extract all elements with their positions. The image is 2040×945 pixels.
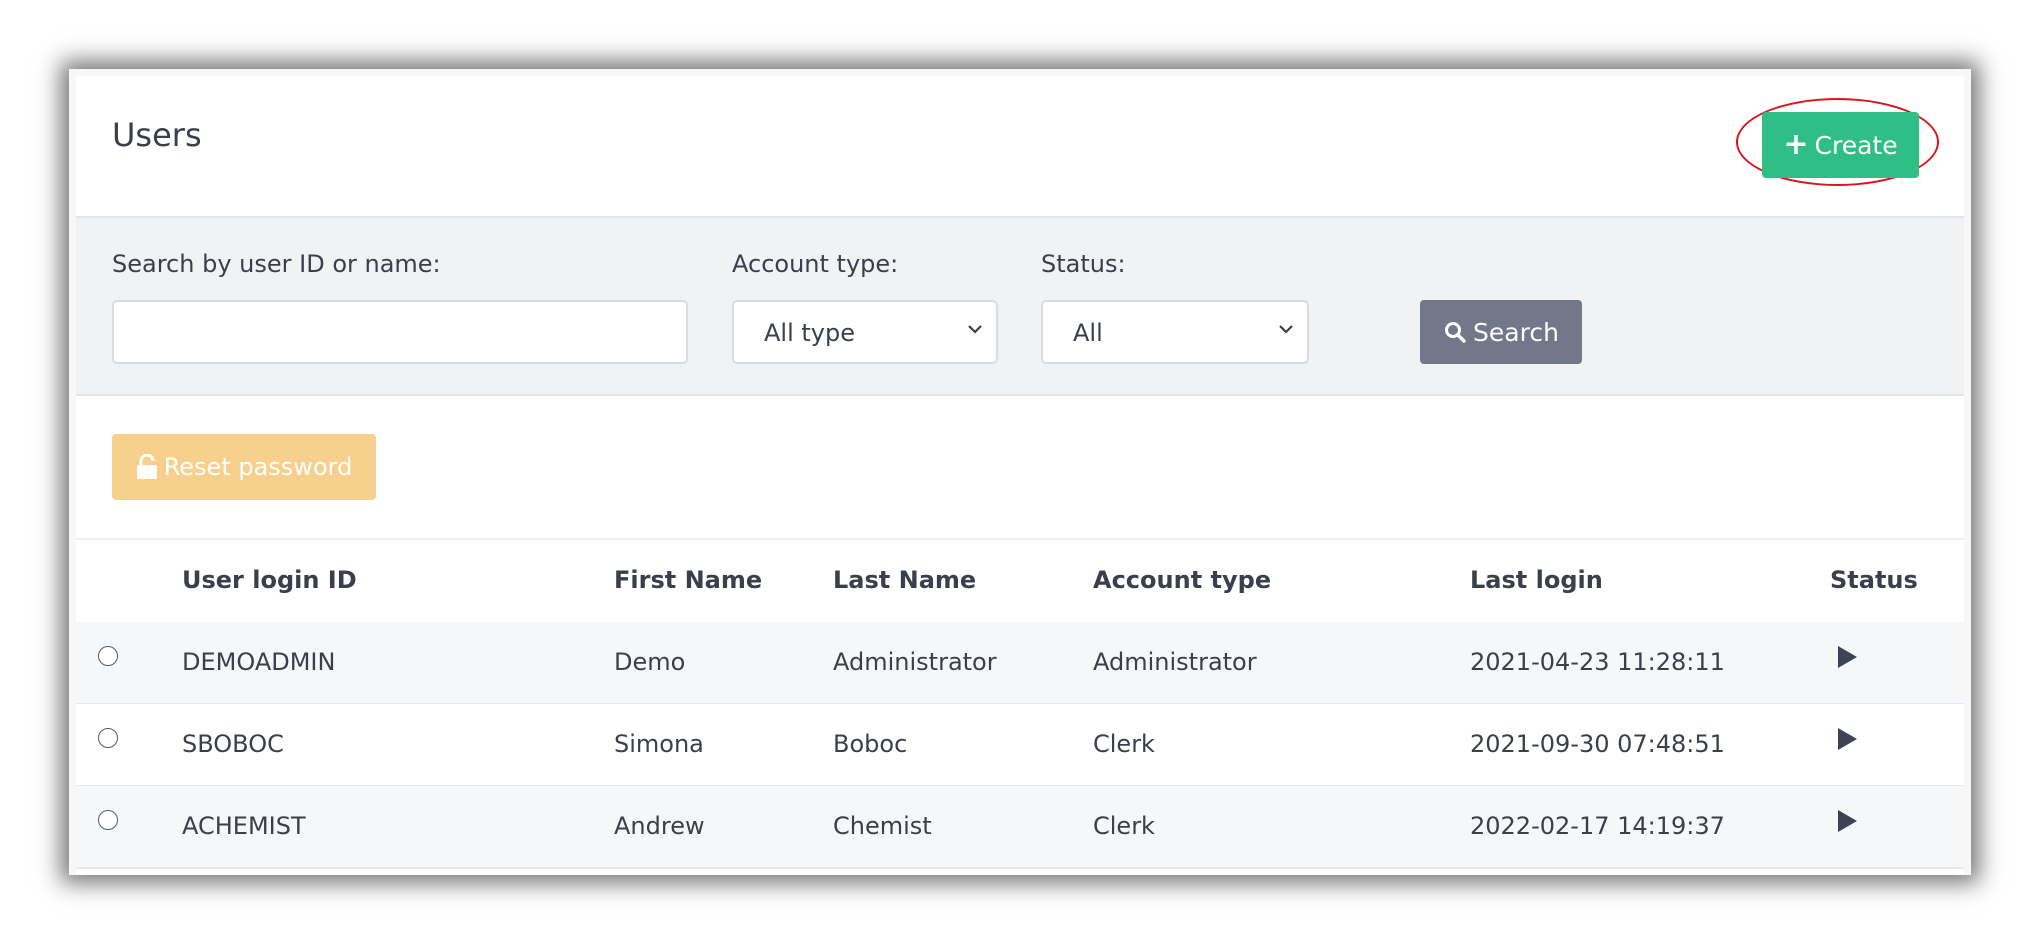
login-id-cell: ACHEMIST <box>182 812 306 840</box>
row-radio[interactable] <box>98 810 118 830</box>
column-header[interactable]: Last login <box>1470 566 1603 594</box>
create-button-label: Create <box>1814 130 1898 160</box>
play-icon[interactable] <box>1835 809 1859 833</box>
reset-password-label: Reset password <box>163 453 353 481</box>
table-row[interactable]: ACHEMIST Andrew Chemist Clerk 2022-02-17… <box>76 786 1964 869</box>
filter-bar: Search by user ID or name: Account type:… <box>76 218 1964 396</box>
account-type-cell: Clerk <box>1093 812 1155 840</box>
column-header[interactable]: Account type <box>1093 566 1271 594</box>
search-input[interactable] <box>112 300 688 364</box>
page-title: Users <box>112 116 202 154</box>
status-value: All <box>1073 319 1103 347</box>
account-type-cell: Clerk <box>1093 730 1155 758</box>
status-select[interactable]: All <box>1041 300 1309 364</box>
play-icon[interactable] <box>1835 645 1859 669</box>
first-name-cell: Simona <box>614 730 704 758</box>
table-row[interactable]: SBOBOC Simona Boboc Clerk 2021-09-30 07:… <box>76 704 1964 787</box>
account-type-cell: Administrator <box>1093 648 1257 676</box>
last-name-cell: Boboc <box>833 730 908 758</box>
users-window: Users + Create Search by user ID or name… <box>69 69 1971 875</box>
table-row[interactable]: DEMOADMIN Demo Administrator Administrat… <box>76 622 1964 705</box>
account-type-value: All type <box>764 319 855 347</box>
page-header: Users + Create <box>76 76 1964 218</box>
row-radio[interactable] <box>98 728 118 748</box>
unlock-icon <box>136 454 157 479</box>
reset-password-button[interactable]: Reset password <box>112 434 376 500</box>
first-name-cell: Andrew <box>614 812 705 840</box>
chevron-down-icon <box>968 325 982 334</box>
account-type-label: Account type: <box>732 250 899 278</box>
login-id-cell: DEMOADMIN <box>182 648 336 676</box>
last-login-cell: 2021-09-30 07:48:51 <box>1470 730 1725 758</box>
last-login-cell: 2022-02-17 14:19:37 <box>1470 812 1725 840</box>
play-icon[interactable] <box>1835 727 1859 751</box>
login-id-cell: SBOBOC <box>182 730 284 758</box>
users-panel: Users + Create Search by user ID or name… <box>76 76 1964 875</box>
search-button[interactable]: Search <box>1420 300 1582 364</box>
last-name-cell: Administrator <box>833 648 997 676</box>
account-type-select[interactable]: All type <box>732 300 998 364</box>
search-icon <box>1445 322 1466 343</box>
table-header: User login ID First Name Last Name Accou… <box>76 538 1964 624</box>
create-button[interactable]: + Create <box>1762 112 1919 178</box>
column-header[interactable]: Last Name <box>833 566 976 594</box>
status-label: Status: <box>1041 250 1126 278</box>
last-login-cell: 2021-04-23 11:28:11 <box>1470 648 1725 676</box>
plus-icon: + <box>1783 127 1809 162</box>
chevron-down-icon <box>1279 325 1293 334</box>
first-name-cell: Demo <box>614 648 686 676</box>
search-label: Search by user ID or name: <box>112 250 441 278</box>
column-header[interactable]: User login ID <box>182 566 357 594</box>
search-button-label: Search <box>1473 317 1559 347</box>
row-radio[interactable] <box>98 646 118 666</box>
last-name-cell: Chemist <box>833 812 932 840</box>
column-header[interactable]: Status <box>1830 566 1918 594</box>
column-header[interactable]: First Name <box>614 566 762 594</box>
